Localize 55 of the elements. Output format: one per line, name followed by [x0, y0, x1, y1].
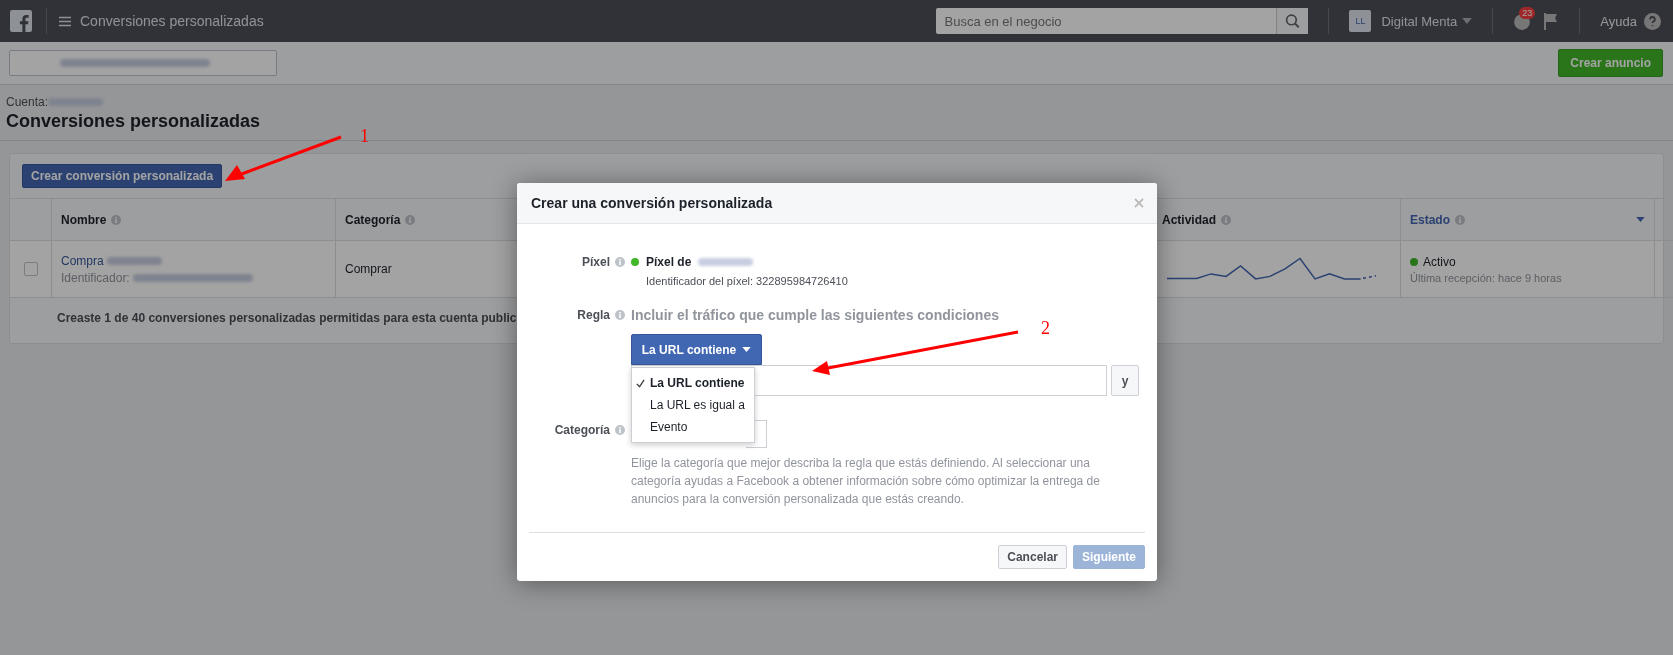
pixel-id: Identificador del píxel: 322895984726410: [646, 275, 849, 287]
page-title: Conversiones personalizadas: [80, 13, 264, 29]
redacted-text: [107, 257, 163, 266]
help-icon[interactable]: [1644, 12, 1661, 30]
info-icon[interactable]: [615, 257, 625, 267]
info-icon[interactable]: [405, 214, 416, 225]
menu-option[interactable]: La URL contiene: [632, 372, 754, 394]
menu-option[interactable]: Evento: [632, 416, 754, 438]
status-text: Activo: [1423, 254, 1456, 269]
account-selector[interactable]: [9, 50, 277, 76]
account-label: Cuenta:: [6, 95, 49, 109]
help-link[interactable]: Ayuda: [1600, 13, 1637, 29]
status-dot: [631, 258, 639, 266]
category-help-text: Elige la categoría que mejor describa la regla que estás definiendo. Al seleccionar una categoría ayudas a Facebook a obtener información sobre cómo optimizar la entrega de anuncios para la conversión personalizada que estás creando.: [631, 455, 1101, 508]
conversions-count-text: Creaste 1 de 40 conversiones personalizadas permitidas para esta cuenta public: [57, 311, 517, 325]
close-icon[interactable]: [1134, 198, 1144, 208]
create-conversion-button[interactable]: Crear conversión personalizada: [22, 164, 223, 188]
info-icon[interactable]: [1455, 214, 1465, 225]
account-avatar[interactable]: LL: [1349, 10, 1372, 32]
status-dot: [1410, 257, 1418, 266]
notification-count: 23: [1519, 7, 1536, 19]
info-icon[interactable]: [615, 425, 625, 435]
last-received-text: Última recepción: hace 9 horas: [1410, 271, 1562, 284]
pixel-name: Píxel de: [646, 255, 692, 269]
account-name[interactable]: Digital Menta: [1381, 13, 1458, 29]
search-icon[interactable]: [1276, 8, 1309, 34]
logo-icon[interactable]: [10, 10, 32, 32]
caret-icon: [742, 347, 752, 352]
page-heading: Conversiones personalizadas: [6, 111, 262, 132]
rule-label: Regla: [577, 308, 610, 322]
flag-icon[interactable]: [1543, 12, 1560, 30]
redacted-text: [698, 258, 754, 266]
identifier-label: Identificador:: [61, 270, 130, 285]
info-icon[interactable]: [615, 310, 625, 320]
pixel-label: Píxel: [581, 255, 610, 269]
menu-option[interactable]: La URL es igual a: [632, 394, 754, 416]
and-button[interactable]: y: [1111, 365, 1139, 396]
category-dropdown[interactable]: [746, 420, 767, 448]
annotation-number: 1: [360, 126, 369, 147]
rule-type-dropdown[interactable]: La URL contiene: [631, 334, 762, 365]
check-icon: [636, 378, 645, 388]
info-icon[interactable]: [1221, 214, 1231, 225]
rule-description: Incluir el tráfico que cumple las siguientes condiciones: [631, 306, 1000, 325]
annotation-number: 2: [1041, 318, 1050, 339]
category-label: Categoría: [554, 423, 610, 437]
row-checkbox[interactable]: [23, 262, 38, 276]
info-icon[interactable]: [111, 214, 122, 225]
conversion-name-link[interactable]: Compra: [61, 253, 104, 268]
category-cell: Comprar: [345, 262, 392, 276]
dialog-title: Crear una conversión personalizada: [531, 195, 774, 211]
caret-icon[interactable]: [1462, 18, 1473, 24]
search-field[interactable]: Busca en el negocio: [936, 8, 1277, 34]
menu-icon[interactable]: [59, 15, 71, 27]
sort-icon[interactable]: [1636, 217, 1645, 222]
cancel-button[interactable]: Cancelar: [998, 545, 1067, 569]
